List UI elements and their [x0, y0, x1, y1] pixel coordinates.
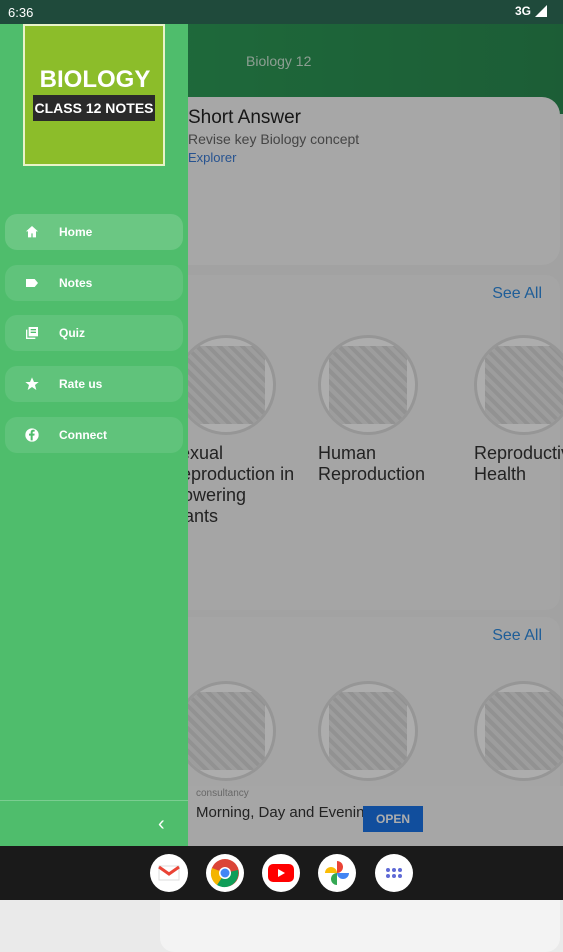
drawer-item-label: Rate us	[59, 377, 103, 391]
navigation-drawer: BIOLOGY CLASS 12 NOTES Home Notes Quiz R…	[0, 0, 188, 846]
photos-icon[interactable]	[318, 854, 356, 892]
drawer-item-label: Quiz	[59, 326, 85, 340]
drawer-item-home[interactable]: Home	[5, 214, 183, 250]
youtube-icon[interactable]	[262, 854, 300, 892]
chevron-left-icon[interactable]: ‹	[158, 813, 165, 836]
home-icon	[5, 224, 59, 240]
drawer-item-label: Notes	[59, 276, 93, 290]
facebook-icon	[5, 427, 59, 443]
drawer-item-rate-us[interactable]: Rate us	[5, 366, 183, 402]
star-icon	[5, 376, 59, 392]
network-type: 3G	[514, 4, 531, 18]
drawer-item-label: Connect	[59, 428, 107, 442]
drawer-item-quiz[interactable]: Quiz	[5, 315, 183, 351]
drawer-footer: ‹	[0, 800, 188, 847]
network-status: 3G	[515, 4, 547, 18]
logo-subtitle: CLASS 12 NOTES	[33, 95, 155, 121]
library-books-icon	[5, 325, 59, 341]
drawer-item-notes[interactable]: Notes	[5, 265, 183, 301]
drawer-item-label: Home	[59, 225, 93, 239]
label-icon	[5, 275, 59, 291]
apps-icon[interactable]	[375, 854, 413, 892]
chrome-icon[interactable]	[206, 854, 244, 892]
signal-icon	[535, 5, 547, 17]
status-time: 6:36	[8, 5, 34, 20]
status-bar: 6:36 3G	[0, 0, 563, 24]
logo-title: BIOLOGY	[39, 66, 151, 93]
gmail-icon[interactable]	[150, 854, 188, 892]
drawer-item-connect[interactable]: Connect	[5, 417, 183, 453]
app-logo: BIOLOGY CLASS 12 NOTES	[23, 24, 165, 166]
system-dock	[0, 846, 563, 900]
